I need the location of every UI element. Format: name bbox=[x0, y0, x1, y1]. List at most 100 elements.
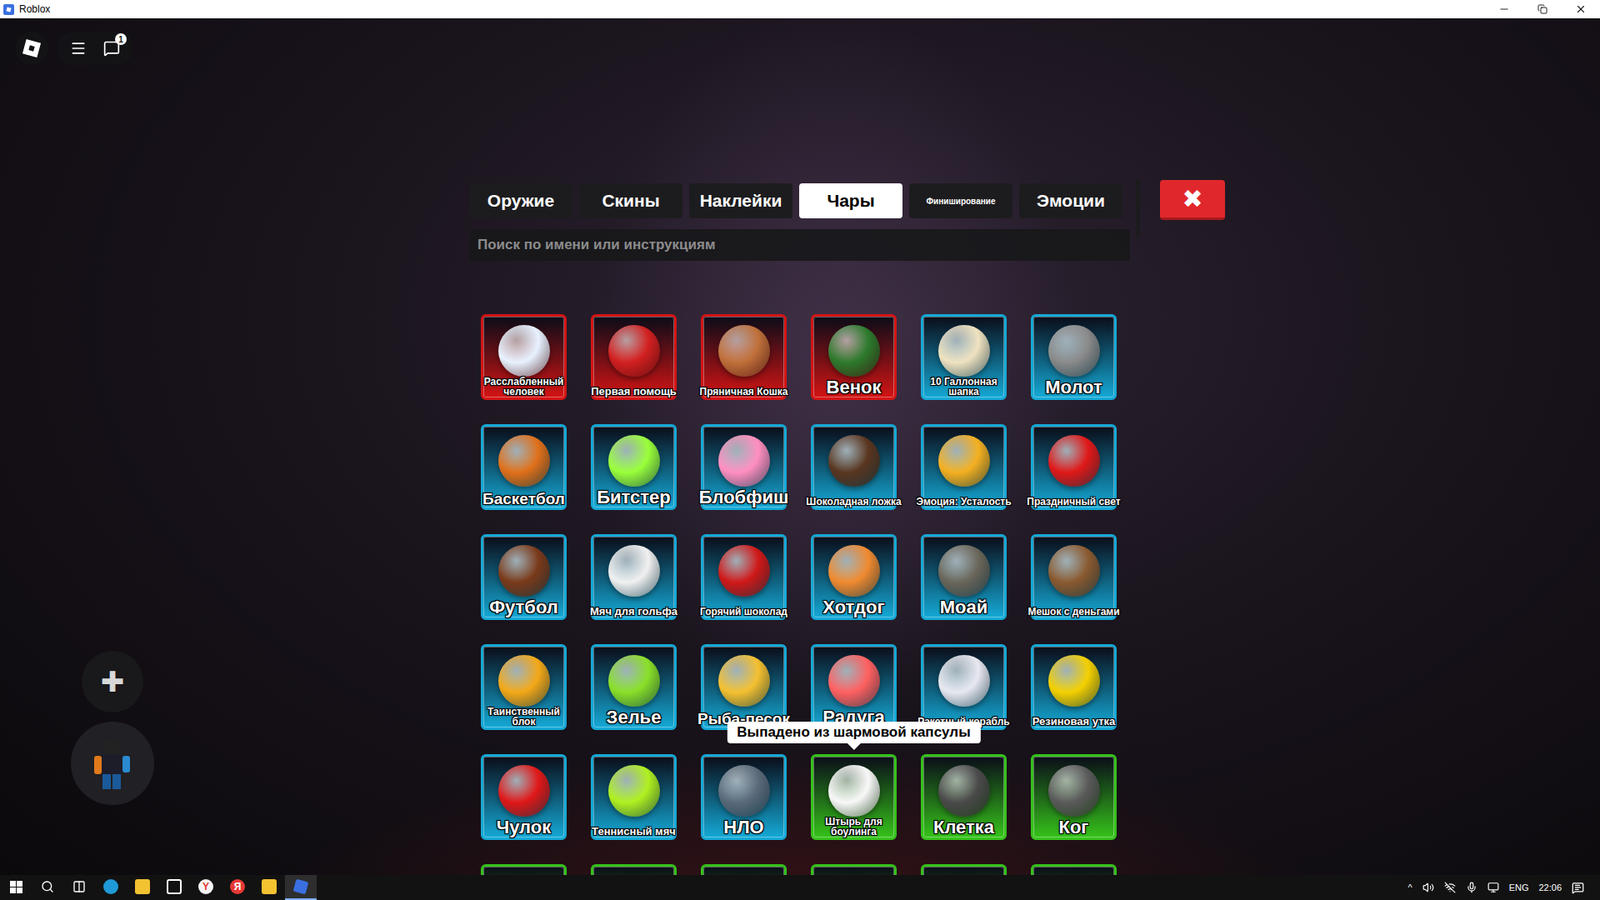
item-card[interactable]: НЛО bbox=[700, 754, 787, 840]
search-button[interactable] bbox=[31, 875, 64, 900]
display-tray[interactable] bbox=[1482, 875, 1505, 900]
volume-tray[interactable] bbox=[1417, 875, 1440, 900]
item-name: Расслабленный человек bbox=[475, 376, 572, 397]
avatar-button[interactable] bbox=[70, 721, 155, 805]
item-card[interactable]: Первая помощь bbox=[590, 314, 677, 400]
tab[interactable]: Оружие bbox=[469, 183, 573, 219]
item-card[interactable]: Таинственный блок bbox=[480, 644, 567, 730]
taskbar-app[interactable] bbox=[253, 875, 285, 900]
item-card[interactable]: Шоколадная ложка bbox=[810, 424, 897, 510]
item-card[interactable]: Битстер bbox=[590, 424, 677, 510]
item-card[interactable]: Блобфиш bbox=[700, 424, 787, 510]
item-icon bbox=[498, 325, 550, 377]
item-name: Чулок bbox=[475, 818, 572, 837]
item-card[interactable]: Мяч для гольфа bbox=[590, 534, 677, 620]
item-name: Горячий шоколад bbox=[695, 606, 792, 617]
item-card[interactable]: Радуга bbox=[810, 644, 897, 730]
tab[interactable]: Скины bbox=[579, 183, 683, 219]
notification-icon bbox=[1571, 881, 1585, 895]
item-card[interactable]: Баскетбол bbox=[480, 424, 567, 510]
menu-button[interactable] bbox=[70, 40, 87, 57]
item-card[interactable]: Молот bbox=[1030, 314, 1117, 400]
language-indicator[interactable]: ENG bbox=[1504, 875, 1535, 900]
show-desktop[interactable] bbox=[1589, 875, 1600, 900]
mic-tray[interactable] bbox=[1460, 875, 1483, 900]
item-card[interactable] bbox=[1030, 864, 1117, 875]
restore-icon bbox=[1537, 4, 1548, 15]
task-view-button[interactable] bbox=[63, 875, 95, 900]
item-icon bbox=[828, 545, 880, 597]
item-name: Мешок с деньгами bbox=[1025, 606, 1122, 617]
minimize-icon bbox=[1498, 3, 1510, 15]
item-card[interactable]: Рыба-песок bbox=[700, 644, 787, 730]
item-card[interactable] bbox=[590, 864, 677, 875]
taskbar-app[interactable] bbox=[95, 875, 127, 900]
add-button[interactable]: ✚ bbox=[81, 650, 144, 713]
item-card[interactable]: Эмоция: Усталость bbox=[920, 424, 1007, 510]
item-card[interactable]: 10 Галлонная шапка bbox=[920, 314, 1007, 400]
item-name: Зелье bbox=[585, 708, 682, 727]
item-card[interactable] bbox=[700, 864, 787, 875]
item-icon bbox=[498, 545, 550, 597]
tab[interactable]: Финиширование bbox=[909, 183, 1013, 219]
notifications-button[interactable] bbox=[1566, 875, 1590, 900]
item-name: Таинственный блок bbox=[475, 706, 572, 727]
item-card[interactable]: Резиновая утка bbox=[1030, 644, 1117, 730]
item-icon bbox=[938, 545, 990, 597]
item-card[interactable] bbox=[480, 864, 567, 875]
taskbar-app[interactable] bbox=[126, 875, 159, 900]
item-card[interactable]: Ког bbox=[1030, 754, 1117, 840]
item-card[interactable]: Чулок bbox=[480, 754, 567, 840]
item-card[interactable] bbox=[920, 864, 1007, 875]
item-card[interactable]: Моай bbox=[920, 534, 1007, 620]
explorer-icon bbox=[135, 879, 150, 895]
item-card[interactable]: Теннисный мяч bbox=[590, 754, 677, 840]
item-card[interactable]: Венок bbox=[810, 314, 897, 400]
item-card[interactable]: Пряничная Кошка bbox=[700, 314, 787, 400]
network-tray[interactable] bbox=[1439, 875, 1461, 900]
item-icon bbox=[1048, 655, 1100, 707]
item-card[interactable]: Праздничный свет bbox=[1030, 424, 1117, 510]
search-field[interactable]: Поиск по имени или инструкциям bbox=[469, 229, 1130, 261]
tab[interactable]: Наклейки bbox=[689, 183, 793, 219]
clock[interactable]: 22:06 bbox=[1533, 875, 1567, 900]
roblox-menu-button[interactable] bbox=[15, 31, 49, 65]
tabs-scrollbar[interactable] bbox=[1135, 180, 1140, 239]
chat-button[interactable]: 1 bbox=[103, 40, 120, 57]
item-icon bbox=[938, 325, 990, 377]
item-card[interactable]: Футбол bbox=[480, 534, 567, 620]
taskbar-app[interactable]: Y bbox=[190, 875, 222, 900]
item-card[interactable]: Хотдог bbox=[810, 534, 897, 620]
item-card[interactable]: Мешок с деньгами bbox=[1030, 534, 1117, 620]
item-card[interactable]: Зелье bbox=[590, 644, 677, 730]
taskbar-app[interactable] bbox=[158, 875, 190, 900]
game-area: 1ОружиеСкиныНаклейкиЧарыФинишированиеЭмо… bbox=[0, 18, 1600, 875]
tray-caret[interactable]: ^ bbox=[1402, 875, 1417, 900]
taskbar-app[interactable] bbox=[285, 875, 317, 900]
item-card[interactable]: Клетка bbox=[920, 754, 1007, 840]
item-icon bbox=[718, 765, 770, 817]
minimize-button[interactable] bbox=[1485, 0, 1524, 19]
item-icon bbox=[938, 435, 990, 487]
item-card[interactable]: Ракетный корабль bbox=[920, 644, 1007, 730]
roblox-icon bbox=[293, 879, 310, 895]
start-button[interactable] bbox=[0, 875, 32, 900]
tab[interactable]: Эмоции bbox=[1019, 183, 1123, 219]
item-icon bbox=[608, 655, 660, 707]
close-window-button[interactable] bbox=[1561, 0, 1600, 19]
item-icon bbox=[718, 325, 770, 377]
item-icon bbox=[498, 655, 550, 707]
tab[interactable]: Чары bbox=[799, 183, 903, 219]
item-card[interactable]: Штырь для боулингаВыпадено из шармовой к… bbox=[810, 754, 897, 840]
item-name: Ког bbox=[1025, 818, 1122, 837]
item-card[interactable] bbox=[810, 864, 897, 875]
item-name: Моай bbox=[915, 598, 1012, 617]
item-card[interactable]: Горячий шоколад bbox=[700, 534, 787, 620]
edge-icon bbox=[103, 879, 119, 895]
item-card[interactable]: Расслабленный человек bbox=[480, 314, 567, 400]
taskbar-app[interactable]: Я bbox=[221, 875, 254, 900]
close-button[interactable]: ✖ bbox=[1160, 180, 1225, 220]
restore-button[interactable] bbox=[1523, 0, 1562, 19]
item-icon bbox=[608, 435, 660, 487]
item-name: Шоколадная ложка bbox=[805, 496, 902, 507]
